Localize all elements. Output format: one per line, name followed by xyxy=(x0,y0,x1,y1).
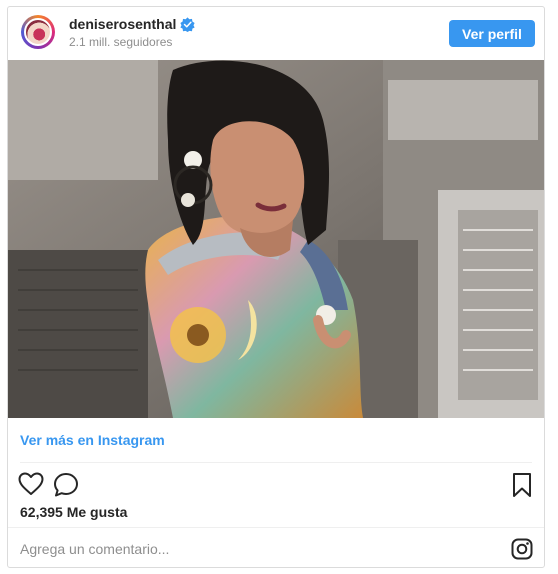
avatar-image xyxy=(24,18,52,46)
view-profile-button[interactable]: Ver perfil xyxy=(449,20,535,47)
profile-avatar[interactable] xyxy=(21,15,55,49)
instagram-logo-icon[interactable] xyxy=(511,538,533,560)
post-photo[interactable] xyxy=(8,60,544,418)
post-header: deniserosenthal 2.1 mill. seguidores Ver… xyxy=(8,7,544,60)
post-photo-image xyxy=(8,60,544,418)
verified-badge-icon xyxy=(180,17,195,32)
comment-bubble-icon[interactable] xyxy=(53,472,79,498)
likes-count: 62,395 Me gusta xyxy=(20,504,128,520)
divider xyxy=(8,527,544,528)
divider xyxy=(20,462,532,463)
profile-username[interactable]: deniserosenthal xyxy=(69,16,176,32)
comment-input[interactable] xyxy=(18,535,492,563)
view-more-on-instagram-link[interactable]: Ver más en Instagram xyxy=(20,432,165,448)
instagram-embed-card: deniserosenthal 2.1 mill. seguidores Ver… xyxy=(7,6,545,568)
post-actions xyxy=(8,470,544,500)
heart-icon[interactable] xyxy=(18,472,44,496)
bookmark-icon[interactable] xyxy=(512,472,532,498)
followers-count: 2.1 mill. seguidores xyxy=(69,35,173,49)
